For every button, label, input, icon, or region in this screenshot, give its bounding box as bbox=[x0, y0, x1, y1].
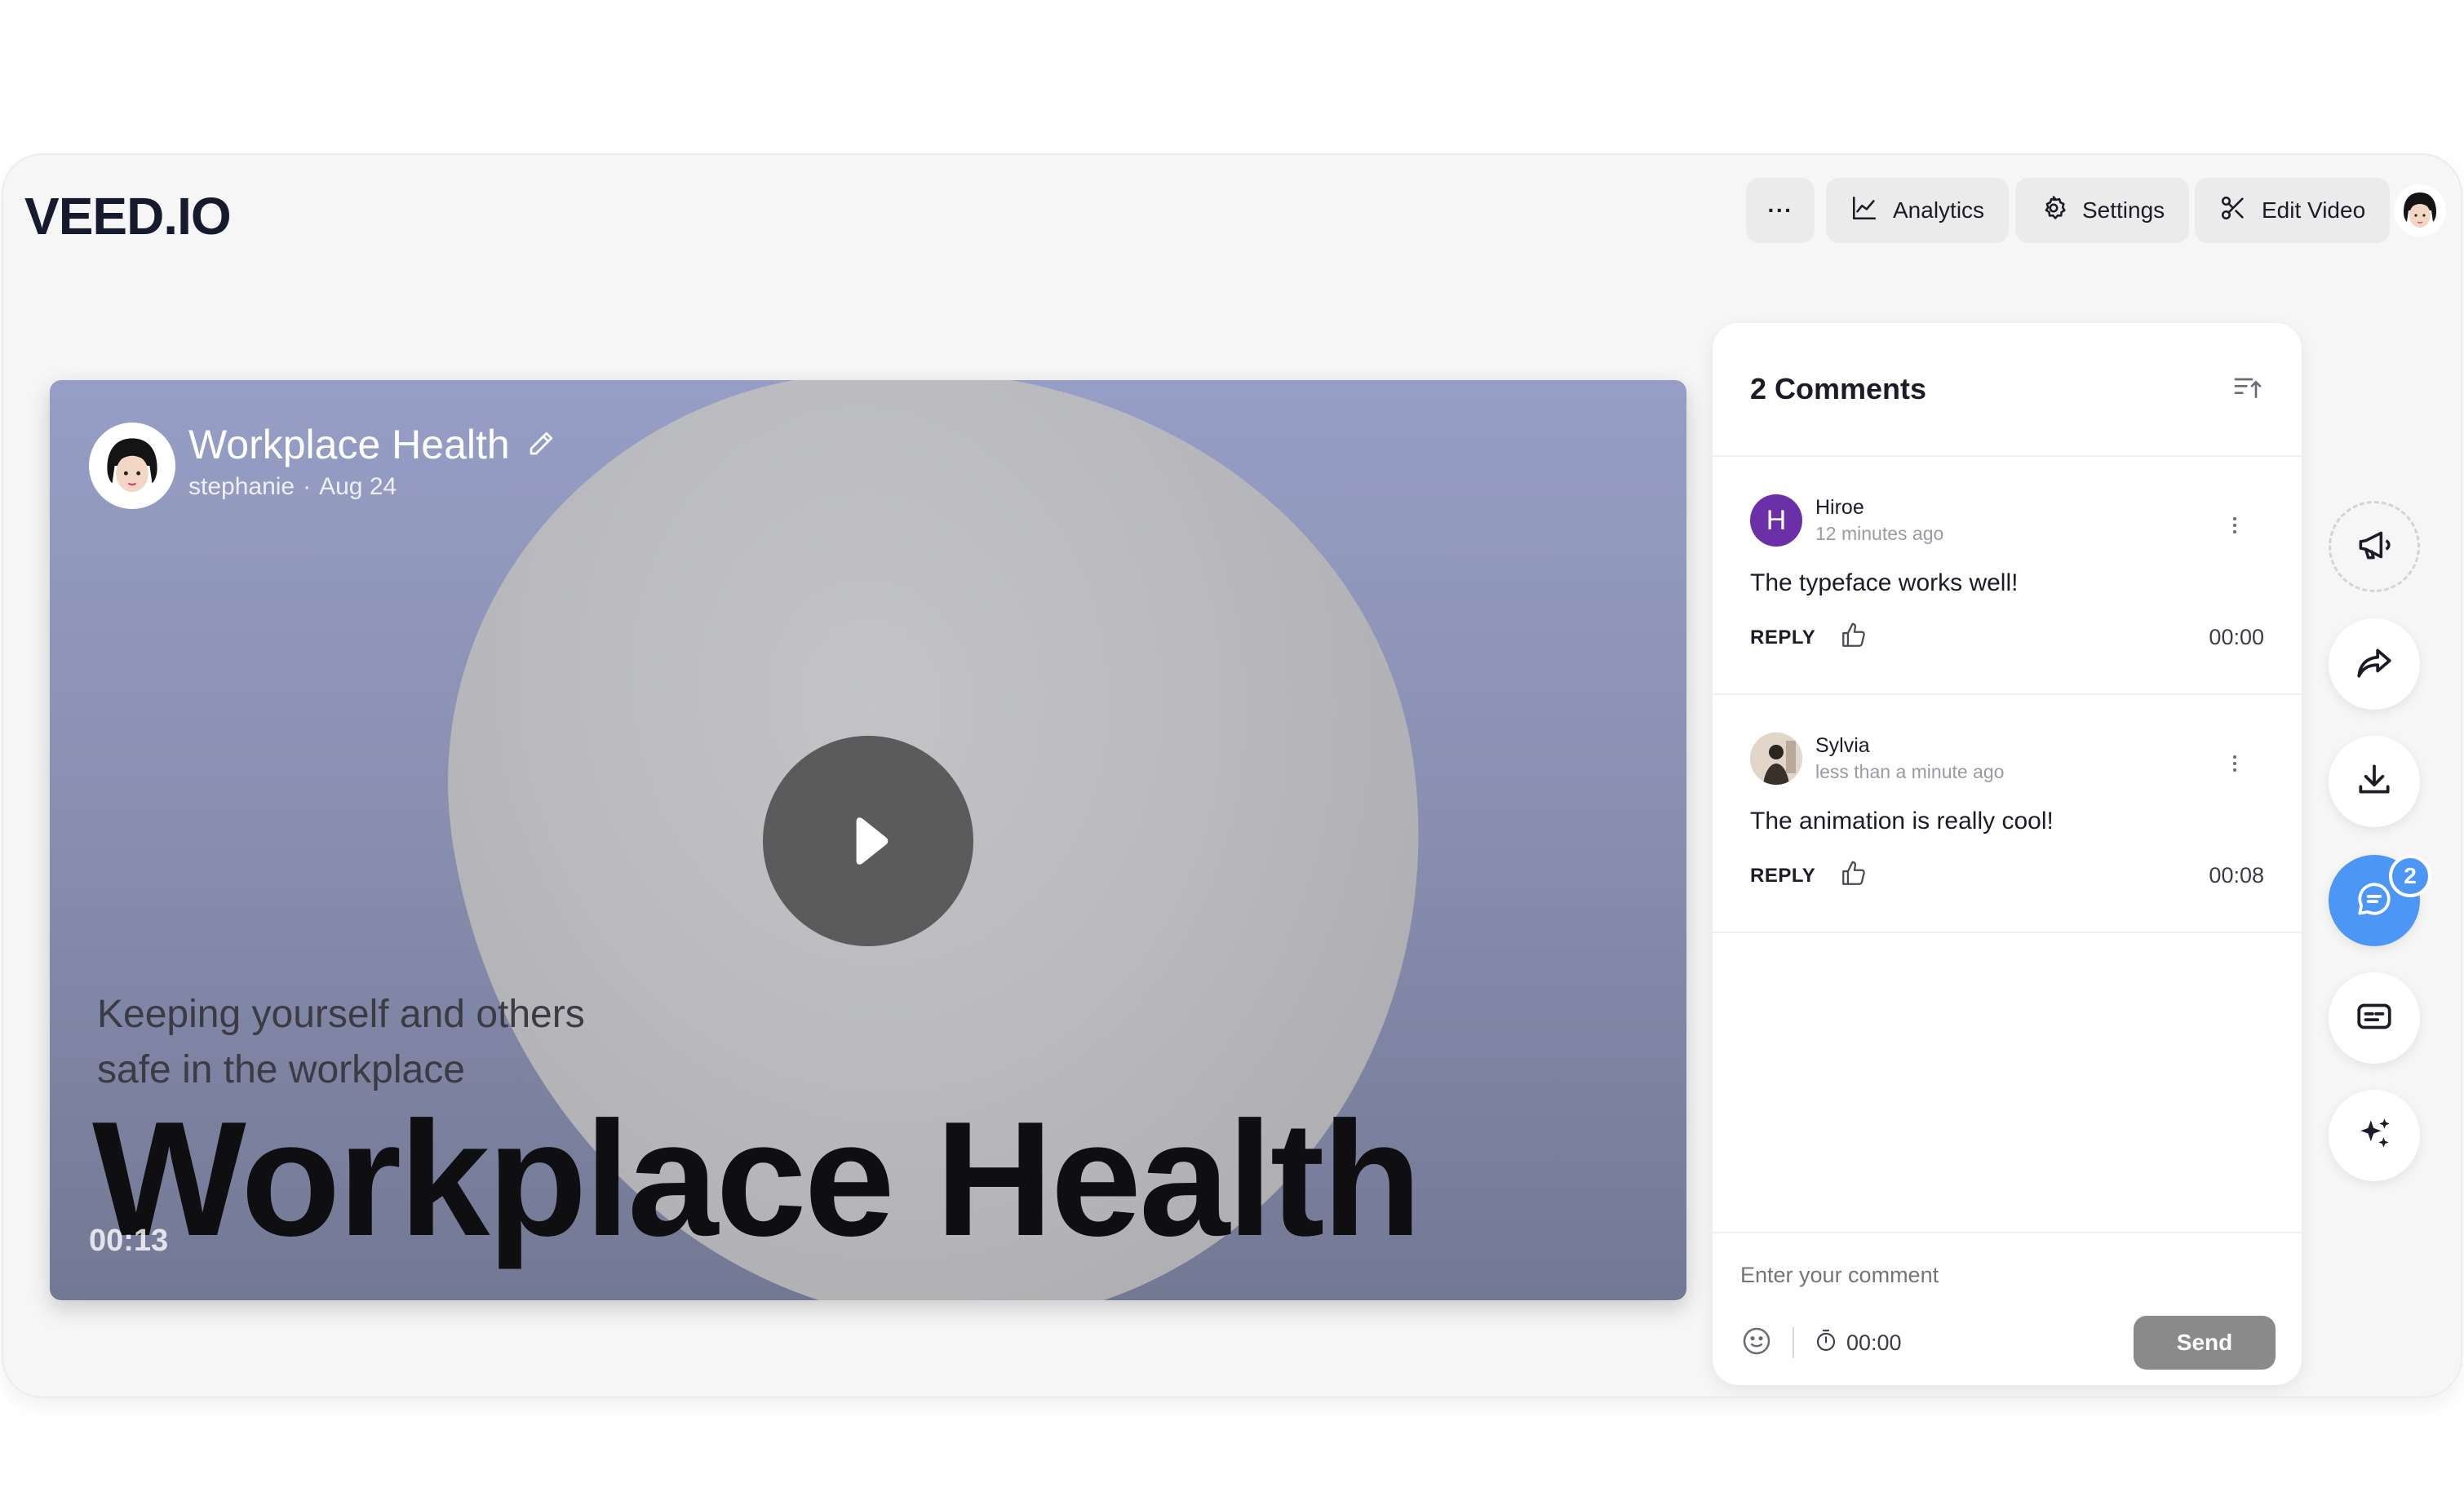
more-button[interactable]: ··· bbox=[1746, 178, 1815, 243]
comments-count-badge: 2 bbox=[2389, 855, 2431, 897]
video-author: stephanie bbox=[188, 473, 295, 500]
stopwatch-icon bbox=[1814, 1328, 1838, 1358]
reply-button[interactable]: REPLY bbox=[1750, 626, 1815, 649]
comments-panel: 2 Comments H Hiroe 12 minutes ago The ty… bbox=[1713, 323, 2302, 1385]
settings-label: Settings bbox=[2082, 197, 2165, 223]
commenter-avatar bbox=[1750, 733, 1802, 785]
share-icon bbox=[2354, 642, 2395, 687]
comment-timestamp[interactable]: 00:08 bbox=[2209, 863, 2264, 888]
download-button[interactable] bbox=[2329, 736, 2420, 827]
promote-button[interactable] bbox=[2329, 501, 2420, 592]
settings-button[interactable]: Settings bbox=[2015, 178, 2190, 243]
video-timecode: 00:13 bbox=[89, 1224, 169, 1258]
comment-item: Sylvia less than a minute ago The animat… bbox=[1713, 695, 2302, 933]
video-date: Aug 24 bbox=[319, 473, 397, 500]
send-button[interactable]: Send bbox=[2134, 1316, 2276, 1370]
video-title: Workplace Health bbox=[188, 421, 556, 468]
megaphone-icon bbox=[2354, 525, 2395, 569]
download-icon bbox=[2354, 759, 2395, 804]
composer-divider bbox=[1793, 1327, 1794, 1358]
thumbs-up-icon[interactable] bbox=[1840, 860, 1868, 892]
timestamp-toggle[interactable]: 00:00 bbox=[1814, 1328, 1902, 1358]
composer-timestamp: 00:00 bbox=[1846, 1330, 1902, 1355]
sparkle-icon bbox=[2354, 1113, 2395, 1158]
ai-magic-button[interactable] bbox=[2329, 1090, 2420, 1181]
reply-button[interactable]: REPLY bbox=[1750, 865, 1815, 888]
comment-icon bbox=[2354, 879, 2395, 923]
sort-icon[interactable] bbox=[2231, 371, 2264, 408]
edit-video-label: Edit Video bbox=[2262, 197, 2366, 223]
video-big-title: Workplace Health bbox=[92, 1088, 1422, 1270]
video-tagline: Keeping yourself and others safe in the … bbox=[97, 987, 585, 1098]
comments-count-title: 2 Comments bbox=[1750, 372, 1927, 405]
thumbs-up-icon[interactable] bbox=[1840, 622, 1868, 653]
comments-button[interactable]: 2 bbox=[2329, 855, 2431, 946]
tagline-line-1: Keeping yourself and others bbox=[97, 993, 585, 1036]
share-button[interactable] bbox=[2329, 618, 2420, 710]
comment-text: The animation is really cool! bbox=[1750, 808, 2054, 834]
comment-time: less than a minute ago bbox=[1815, 761, 2005, 782]
comment-timestamp[interactable]: 00:00 bbox=[2209, 625, 2264, 650]
kebab-icon[interactable] bbox=[2231, 754, 2238, 777]
comments-header: 2 Comments bbox=[1713, 323, 2302, 457]
kebab-icon[interactable] bbox=[2231, 516, 2238, 539]
scissors-icon bbox=[2219, 194, 2247, 228]
commenter-name: Sylvia bbox=[1815, 734, 1870, 757]
user-avatar[interactable] bbox=[2394, 184, 2446, 237]
subtitles-icon bbox=[2354, 996, 2395, 1041]
analytics-button[interactable]: Analytics bbox=[1826, 178, 2010, 243]
comment-item: H Hiroe 12 minutes ago The typeface work… bbox=[1713, 457, 2302, 695]
settings-icon bbox=[2040, 194, 2067, 228]
commenter-name: Hiroe bbox=[1815, 496, 1864, 519]
video-meta: stephanie · Aug 24 bbox=[188, 473, 397, 500]
edit-video-button[interactable]: Edit Video bbox=[2195, 178, 2391, 243]
emoji-icon[interactable] bbox=[1740, 1325, 1773, 1361]
pencil-icon[interactable] bbox=[526, 421, 556, 468]
more-icon: ··· bbox=[1767, 197, 1793, 223]
comment-composer: 00:00 Send bbox=[1713, 1232, 2302, 1385]
analytics-label: Analytics bbox=[1893, 197, 1985, 223]
play-button[interactable] bbox=[763, 736, 973, 946]
analytics-icon bbox=[1850, 194, 1878, 228]
play-icon bbox=[856, 817, 889, 865]
comment-time: 12 minutes ago bbox=[1815, 523, 1944, 544]
commenter-avatar: H bbox=[1750, 494, 1802, 547]
author-avatar bbox=[89, 423, 175, 509]
veed-logo[interactable]: VEED.IO bbox=[24, 186, 232, 246]
video-title-text: Workplace Health bbox=[188, 422, 510, 467]
comment-text: The typeface works well! bbox=[1750, 569, 2019, 596]
comment-input[interactable] bbox=[1740, 1263, 2276, 1288]
video-player[interactable]: Workplace Health stephanie · Aug 24 Keepin… bbox=[50, 380, 1686, 1300]
app-frame: VEED.IO ··· Analytics Settings Edit Vide… bbox=[2, 153, 2462, 1398]
subtitles-button[interactable] bbox=[2329, 972, 2420, 1064]
